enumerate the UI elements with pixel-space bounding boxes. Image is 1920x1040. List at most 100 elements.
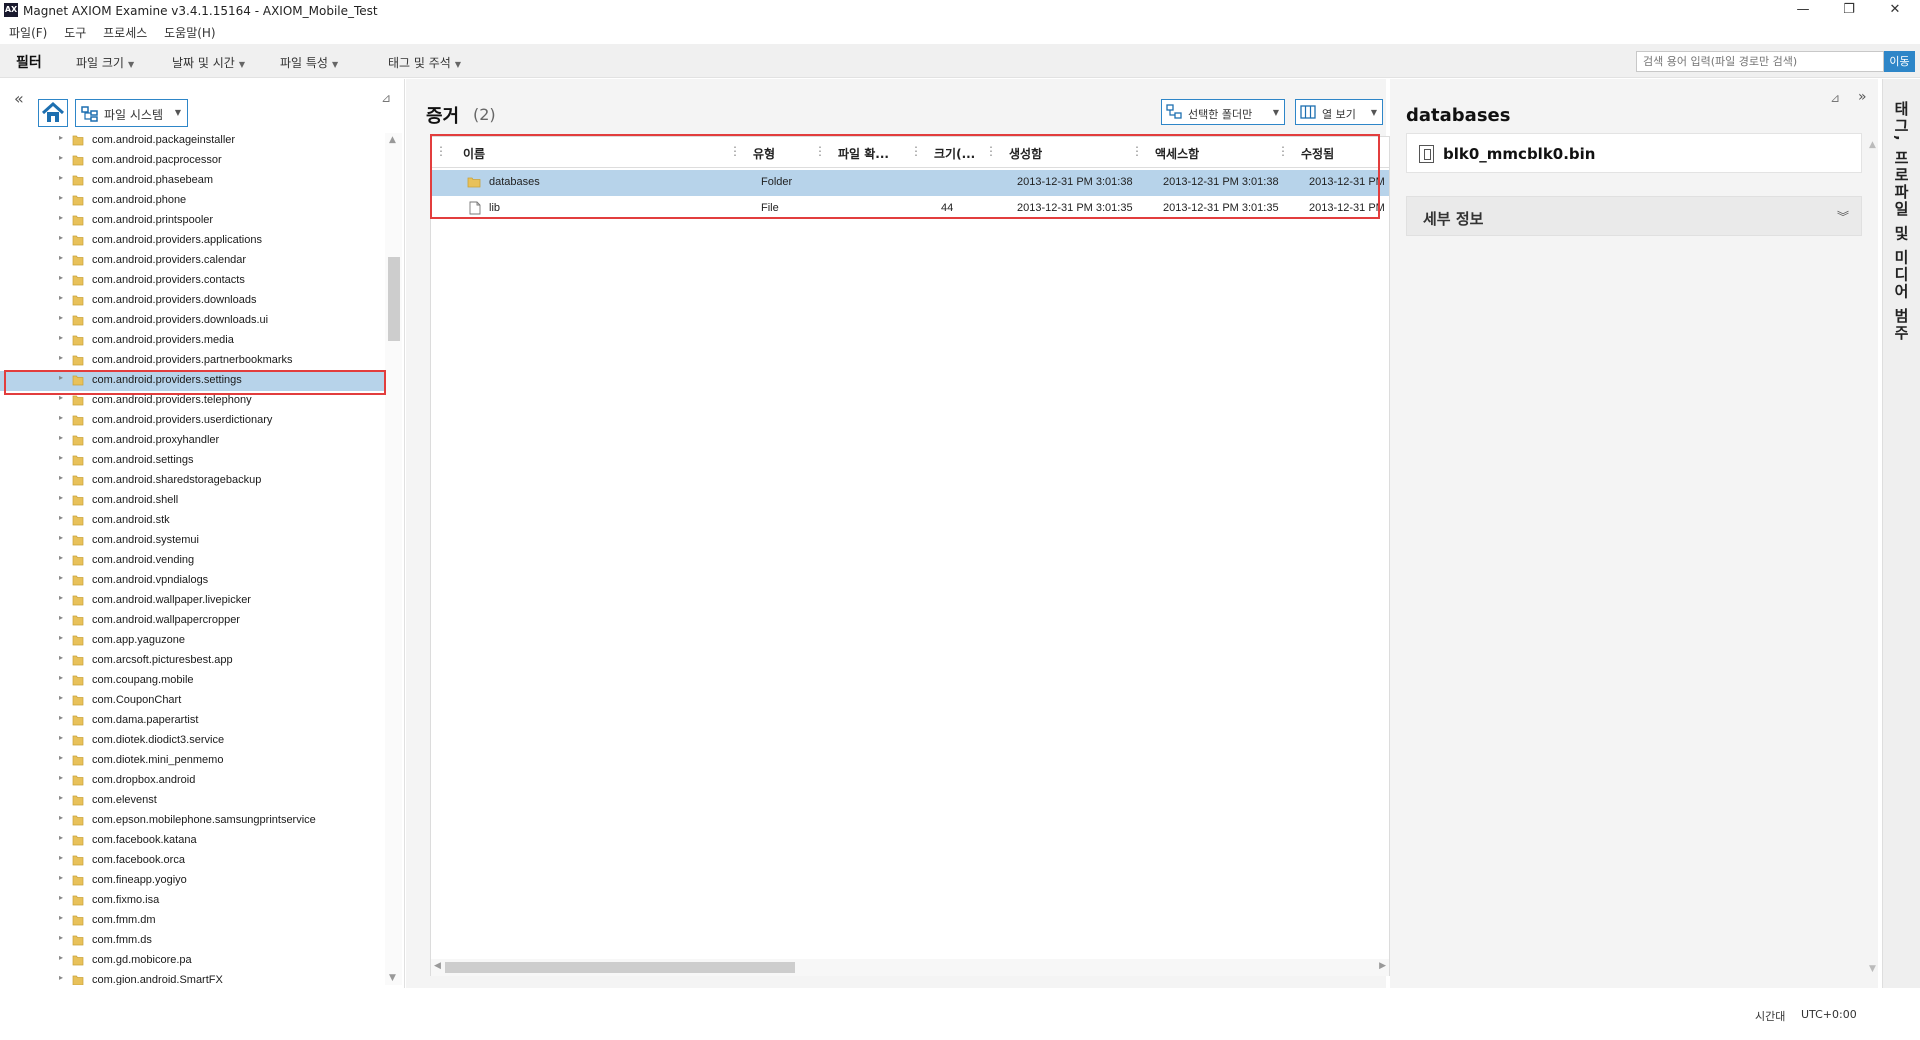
- tree-item[interactable]: ▸ com.android.settings: [0, 451, 385, 471]
- tree-item[interactable]: ▸ com.elevenst: [0, 791, 385, 811]
- expand-arrow-icon[interactable]: ▸: [59, 813, 63, 822]
- menu-help[interactable]: 도움말(H): [164, 24, 216, 41]
- file-system-dropdown[interactable]: 파일 시스템 ▼: [75, 99, 188, 127]
- tree-item[interactable]: ▸ com.android.vpndialogs: [0, 571, 385, 591]
- tree-item[interactable]: ▸ com.arcsoft.picturesbest.app: [0, 651, 385, 671]
- horizontal-scrollbar[interactable]: ◀ ▶: [431, 959, 1389, 976]
- tree-item[interactable]: ▸ com.android.providers.partnerbookmarks: [0, 351, 385, 371]
- tree-item[interactable]: ▸ com.android.providers.media: [0, 331, 385, 351]
- tree-item[interactable]: ▸ com.diotek.mini_penmemo: [0, 751, 385, 771]
- scroll-down-icon[interactable]: ▼: [389, 973, 396, 983]
- column-view-button[interactable]: 열 보기 ▼: [1295, 99, 1383, 125]
- expand-arrow-icon[interactable]: ▸: [59, 833, 63, 842]
- expand-arrow-icon[interactable]: ▸: [59, 133, 63, 142]
- tree-item[interactable]: ▸ com.android.wallpaper.livepicker: [0, 591, 385, 611]
- tree-item[interactable]: ▸ com.dama.paperartist: [0, 711, 385, 731]
- tree-item[interactable]: ▸ com.android.wallpapercropper: [0, 611, 385, 631]
- expand-arrow-icon[interactable]: ▸: [59, 253, 63, 262]
- tree-item[interactable]: ▸ com.android.providers.userdictionary: [0, 411, 385, 431]
- tree-scrollbar[interactable]: ▲ ▼: [385, 133, 402, 985]
- filter-date-time-dropdown[interactable]: 날짜 및 시간 ▼: [172, 54, 245, 71]
- restore-button[interactable]: ❐: [1826, 0, 1872, 22]
- expand-arrow-icon[interactable]: ▸: [59, 633, 63, 642]
- tree-item[interactable]: ▸ com.fineapp.yogiyo: [0, 871, 385, 891]
- filter-file-size-dropdown[interactable]: 파일 크기 ▼: [76, 54, 134, 71]
- expand-arrow-icon[interactable]: ▸: [59, 493, 63, 502]
- expand-arrow-icon[interactable]: ▸: [59, 773, 63, 782]
- expand-arrow-icon[interactable]: ▸: [59, 173, 63, 182]
- selected-folder-only-button[interactable]: 선택한 폴더만 ▼: [1161, 99, 1285, 125]
- pin-icon[interactable]: ⊿: [381, 91, 391, 105]
- search-input[interactable]: [1636, 51, 1884, 72]
- expand-arrow-icon[interactable]: ▸: [59, 973, 63, 982]
- expand-arrow-icon[interactable]: ▸: [59, 233, 63, 242]
- scroll-left-icon[interactable]: ◀: [434, 961, 441, 971]
- expand-arrow-icon[interactable]: ▸: [59, 793, 63, 802]
- tree-item[interactable]: ▸ com.CouponChart: [0, 691, 385, 711]
- expand-arrow-icon[interactable]: ▸: [59, 853, 63, 862]
- tree-item[interactable]: ▸ com.epson.mobilephone.samsungprintservi…: [0, 811, 385, 831]
- expand-arrow-icon[interactable]: ▸: [59, 893, 63, 902]
- tree-item[interactable]: ▸ com.android.proxyhandler: [0, 431, 385, 451]
- expand-arrow-icon[interactable]: ▸: [59, 913, 63, 922]
- tree-item[interactable]: ▸ com.android.phone: [0, 191, 385, 211]
- expand-arrow-icon[interactable]: ▸: [59, 513, 63, 522]
- scroll-right-icon[interactable]: ▶: [1379, 961, 1386, 971]
- expand-arrow-icon[interactable]: ▸: [59, 333, 63, 342]
- tree-item[interactable]: ▸ com.android.providers.calendar: [0, 251, 385, 271]
- menu-tools[interactable]: 도구: [64, 24, 86, 41]
- tree-item[interactable]: ▸ com.gd.mobicore.pa: [0, 951, 385, 971]
- expand-arrow-icon[interactable]: ▸: [59, 613, 63, 622]
- expand-arrow-icon[interactable]: ▸: [59, 873, 63, 882]
- tree-item[interactable]: ▸ com.android.vending: [0, 551, 385, 571]
- tree-item[interactable]: ▸ com.fixmo.isa: [0, 891, 385, 911]
- expand-arrow-icon[interactable]: ▸: [59, 273, 63, 282]
- tree-item[interactable]: ▸ com.app.yaguzone: [0, 631, 385, 651]
- tree-item[interactable]: ▸ com.android.stk: [0, 511, 385, 531]
- scroll-up-icon[interactable]: ▲: [1869, 140, 1876, 150]
- tree-item[interactable]: ▸ com.diotek.diodict3.service: [0, 731, 385, 751]
- expand-arrow-icon[interactable]: ▸: [59, 673, 63, 682]
- tree-item[interactable]: ▸ com.android.printspooler: [0, 211, 385, 231]
- expand-arrow-icon[interactable]: ▸: [59, 953, 63, 962]
- close-button[interactable]: ✕: [1872, 0, 1918, 22]
- tree-item[interactable]: ▸ com.coupang.mobile: [0, 671, 385, 691]
- tree-item[interactable]: ▸ com.android.providers.contacts: [0, 271, 385, 291]
- tags-profiles-media-tab[interactable]: 태그, 프로파일 및 미디어 범주: [1882, 79, 1920, 988]
- tree-item[interactable]: ▸ com.facebook.orca: [0, 851, 385, 871]
- tree-item[interactable]: ▸ com.android.pacprocessor: [0, 151, 385, 171]
- tree-item[interactable]: ▸ com.android.providers.downloads: [0, 291, 385, 311]
- expand-arrow-icon[interactable]: ▸: [59, 693, 63, 702]
- tree-item[interactable]: ▸ com.facebook.katana: [0, 831, 385, 851]
- tree-item[interactable]: ▸ com.android.shell: [0, 491, 385, 511]
- detail-scrollbar[interactable]: ▲ ▼: [1869, 140, 1877, 980]
- home-button[interactable]: [38, 99, 68, 127]
- expand-arrow-icon[interactable]: ▸: [59, 193, 63, 202]
- expand-arrow-icon[interactable]: ▸: [59, 413, 63, 422]
- timezone-value[interactable]: UTC+0:00: [1801, 1008, 1857, 1021]
- tree-item[interactable]: ▸ com.android.sharedstoragebackup: [0, 471, 385, 491]
- expand-arrow-icon[interactable]: ▸: [59, 733, 63, 742]
- pin-icon[interactable]: ⊿: [1830, 91, 1840, 105]
- details-section[interactable]: 세부 정보 ︾: [1406, 196, 1862, 236]
- expand-arrow-icon[interactable]: ▸: [59, 453, 63, 462]
- go-button[interactable]: 이동: [1884, 51, 1915, 72]
- expand-arrow-icon[interactable]: ▸: [59, 573, 63, 582]
- expand-arrow-icon[interactable]: ▸: [59, 753, 63, 762]
- scroll-thumb[interactable]: [445, 962, 795, 973]
- expand-arrow-icon[interactable]: ▸: [59, 293, 63, 302]
- minimize-button[interactable]: —: [1780, 0, 1826, 22]
- tree-item[interactable]: ▸ com.android.providers.applications: [0, 231, 385, 251]
- expand-arrow-icon[interactable]: ▸: [59, 653, 63, 662]
- expand-icon[interactable]: ︾: [1837, 208, 1849, 225]
- filter-tags-dropdown[interactable]: 태그 및 주석 ▼: [388, 54, 461, 71]
- expand-arrow-icon[interactable]: ▸: [59, 533, 63, 542]
- menu-process[interactable]: 프로세스: [103, 24, 147, 41]
- expand-arrow-icon[interactable]: ▸: [59, 213, 63, 222]
- expand-arrow-icon[interactable]: ▸: [59, 473, 63, 482]
- expand-arrow-icon[interactable]: ▸: [59, 353, 63, 362]
- menu-file[interactable]: 파일(F): [9, 24, 47, 41]
- tree-item[interactable]: ▸ com.android.providers.downloads.ui: [0, 311, 385, 331]
- collapse-right-icon[interactable]: »: [1858, 89, 1867, 105]
- collapse-left-icon[interactable]: «: [14, 89, 24, 108]
